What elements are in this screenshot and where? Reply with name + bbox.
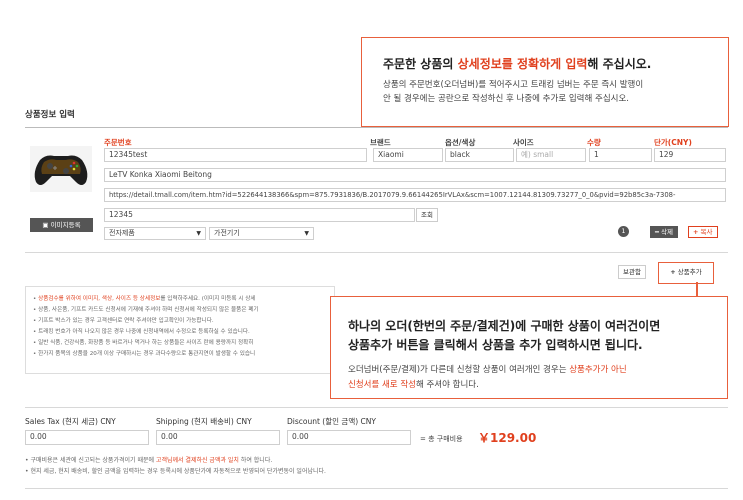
qty-input[interactable]: 1 [589,148,652,162]
size-input[interactable]: 예) small [516,148,586,162]
sales-tax-input[interactable]: 0.00 [25,430,149,445]
footnote-2: • 현지 세금, 현지 배송비, 할인 금액을 입력하는 경우 등록시에 상품단… [25,468,326,475]
guide-callout-bottom-body: 오더넘버(주문/결제)가 다른데 신청할 상품이 여러개인 경우는 상품추가가 … [348,365,627,390]
camera-icon: ▣ [42,221,49,229]
chevron-down-icon: ▼ [196,230,201,237]
image-register-label: 이미지등록 [50,221,81,229]
delete-button[interactable]: ━ 삭제 [650,226,678,238]
gamepad-image [34,155,88,185]
notice-line-5: • 일반 식품, 건강식품, 화장품 등 바르거나 먹거나 하는 상품들은 사이… [33,340,254,346]
brand-label: 브랜드 [370,138,391,147]
add-item-label: 상품추가 [677,268,702,276]
notice-line-1: • 상품검수를 위하여 이미지, 색상, 사이즈 등 상세정보를 입력하주세요.… [33,296,256,302]
discount-input[interactable]: 0.00 [287,430,411,445]
minus-icon: ━ [655,228,659,236]
guide-callout-top-body: 상품의 주문번호(오더넘버)를 적어주시고 트래킹 넘버는 주문 즉시 발행이 … [383,80,644,104]
add-item-button[interactable]: + 상품추가 [658,262,714,284]
size-label: 사이즈 [513,138,534,147]
product-name-input[interactable]: LeTV Konka Xiaomi Beitong [104,168,726,182]
total-label: = 총 구매비용 [420,435,463,443]
discount-label: Discount (할인 금액) CNY [287,417,376,426]
divider [25,127,728,128]
qty-label: 수량 [587,138,601,147]
price-label: 단가(CNY) [654,138,692,147]
divider [25,252,728,253]
category-select-2[interactable]: 가전기기 ▼ [209,227,314,240]
order-no-input[interactable]: 12345test [104,148,367,162]
lookup-button[interactable]: 조회 [416,208,438,222]
notice-line-6: • 한가지 품목의 상품을 20개 이상 구매하시는 경우 과다수량으로 통관지… [33,351,256,357]
shipping-input[interactable]: 0.00 [156,430,280,445]
plus-icon: + [670,268,676,276]
divider [25,488,728,489]
chevron-down-icon: ▼ [304,230,309,237]
notice-line-3: • 기프트 박스가 있는 경우 고객센터로 연락 주셔야만 입고확인이 가능합니… [33,318,214,324]
image-register-button[interactable]: ▣ 이미지등록 [30,218,93,232]
option-label: 옵션/색상 [445,138,476,147]
save-box-button[interactable]: 보관함 [618,265,646,279]
guide-callout-bottom-title: 하나의 오더(한번의 주문/결제건)에 구매한 상품이 여러건이면 상품추가 버… [348,319,661,352]
plus-icon: + [693,228,699,236]
brand-input[interactable]: Xiaomi [373,148,443,162]
option-input[interactable]: black [445,148,514,162]
order-no-label: 주문번호 [104,138,132,147]
category-1-value: 전자제품 [109,229,135,237]
product-url-input[interactable]: https://detail.tmall.com/item.htm?id=522… [104,188,726,202]
product-thumbnail [30,146,92,192]
footnote-1: • 구매비용은 세관에 신고되는 상품가격이기 때문에 고객님께서 결제하신 금… [25,457,273,464]
total-value: ￥129.00 [478,431,537,445]
sales-tax-label: Sales Tax (현지 세금) CNY [25,417,116,426]
item-count-badge: 1 [618,226,629,237]
price-input[interactable]: 129 [654,148,726,162]
notice-line-2: • 상품, 사은품, 기프트 카드도 신청서에 기재해 주셔야 하며 신청서에 … [33,307,259,313]
notice-line-4: • 트래킹 번호가 아직 나오지 않은 경우 나중에 신청내역에서 수정으로 등… [33,329,250,335]
guide-callout-top-title: 주문한 상품의 상세정보를 정확하게 입력해 주십시오. [383,57,652,71]
delete-label: 삭제 [661,228,673,236]
section-title: 상품정보 입력 [25,110,75,120]
category-2-value: 가전기기 [214,229,240,237]
shipping-label: Shipping (현지 배송비) CNY [156,417,252,426]
copy-label: 복사 [700,228,713,236]
category-select-1[interactable]: 전자제품 ▼ [104,227,206,240]
divider [25,407,728,408]
copy-button[interactable]: + 복사 [688,226,718,238]
tracking-input[interactable]: 12345 [104,208,415,222]
